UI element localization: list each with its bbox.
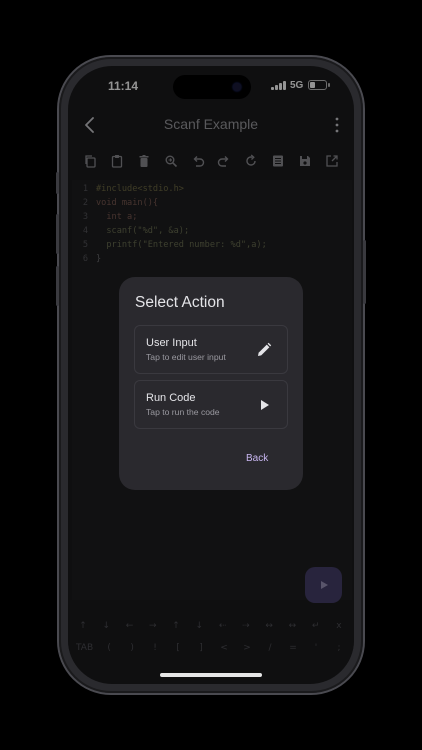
play-icon [261, 400, 269, 410]
home-indicator[interactable] [160, 673, 262, 677]
dialog-title: Select Action [135, 294, 225, 311]
phone-volume-down-button [56, 266, 59, 306]
user-input-option[interactable]: User Input Tap to edit user input [134, 325, 288, 374]
phone-volume-up-button [56, 214, 59, 254]
app-screen: 11:14 5G Scanf Example 1 #include<stdio.… [68, 66, 354, 684]
phone-action-button [56, 172, 59, 194]
phone-screen: 11:14 5G Scanf Example 1 #include<stdio.… [68, 66, 354, 684]
pencil-icon [258, 342, 272, 356]
phone-power-button [363, 240, 366, 304]
option-title: User Input [146, 337, 197, 349]
back-button[interactable]: Back [246, 453, 268, 464]
option-title: Run Code [146, 392, 196, 404]
option-subtitle: Tap to run the code [146, 407, 220, 417]
select-action-dialog: Select Action User Input Tap to edit use… [119, 277, 303, 490]
option-subtitle: Tap to edit user input [146, 352, 226, 362]
run-code-option[interactable]: Run Code Tap to run the code [134, 380, 288, 429]
